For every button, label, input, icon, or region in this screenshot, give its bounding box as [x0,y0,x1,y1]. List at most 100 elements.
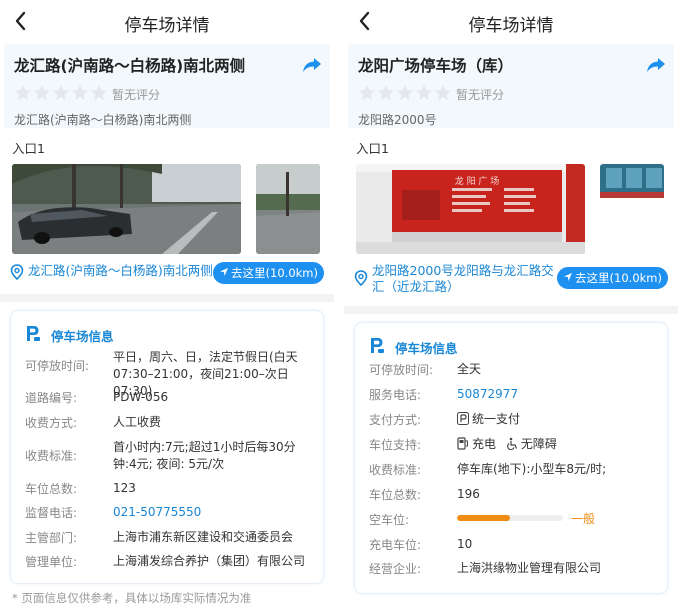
parking-header: 龙汇路(沪南路～白杨路)南北两侧 暂无评分 龙汇路(沪南路～白杨路)南北两侧 [4,44,330,128]
parking-info-card: 停车场信息 可停放时间: 全天 服务电话: 50872977 支付方式: 统一支… [354,322,668,594]
parking-icon [371,338,384,353]
navigate-button[interactable]: 去这里(10.0km) [557,267,668,289]
nav-bar: 停车场详情 [344,0,678,42]
star-icon [377,84,395,101]
info-label: 空车位: [369,513,410,527]
location-row: 龙阳路2000号龙阳路与龙汇路交汇（近龙汇路） 去这里(10.0km) [354,262,668,296]
info-label: 监督电话: [25,506,78,520]
nav-bar: 停车场详情 [0,0,334,42]
star-icon [358,84,376,101]
info-row-fee-method: 收费方式: 人工收费 [25,414,313,432]
rating-text: 暂无评分 [456,88,505,102]
page-title: 停车场详情 [124,16,210,36]
entrance-photo-2[interactable] [256,164,320,254]
info-label: 可停放时间: [369,363,434,377]
info-label: 车位总数: [369,488,422,502]
info-row-vacancy: 空车位: 一般 [369,511,657,529]
rating-stars[interactable] [358,84,453,102]
info-row-payment: 支付方式: 统一支付 [369,411,657,429]
service-phone-link[interactable]: 50872977 [457,386,657,403]
info-row-hours: 可停放时间: 平日，周六、日，法定节假日(白天07:30–21:00，夜间21:… [25,349,313,398]
disclaimer-note: * 页面信息仅供参考，具体以场库实际情况为准 [12,591,252,605]
support-accessible: 无障碍 [520,437,557,451]
info-value: 统一支付 [457,411,657,428]
star-icon [52,84,70,101]
navigate-button-label: 去这里(10.0km) [231,266,318,280]
info-value: PDW-056 [113,390,169,404]
info-row-department: 主管部门: 上海市浦东新区建设和交通委员会 [25,529,313,547]
parking-info-card: 停车场信息 可停放时间: 平日，周六、日，法定节假日(白天07:30–21:00… [10,310,324,584]
navigate-arrow-icon [564,273,573,281]
info-value: 停车库(地下):小型车8元/时; [457,462,607,476]
info-label: 车位总数: [25,482,78,496]
card-title: 停车场信息 [51,329,114,344]
page-title: 停车场详情 [468,16,554,36]
info-label: 道路编号: [25,391,78,405]
location-text: 龙汇路(沪南路～白杨路)南北两侧 [28,263,213,278]
navigate-button[interactable]: 去这里(10.0km) [213,262,324,284]
info-label: 可停放时间: [25,359,90,373]
parking-header: 龙阳广场停车场（库） 暂无评分 龙阳路2000号 [348,44,674,128]
vacancy-bar-fill [457,515,510,521]
info-value: 上海市浦东新区建设和交通委员会 [113,530,294,544]
info-row-support: 车位支持: 充电 无障碍 [369,436,657,454]
entrance-photo[interactable] [12,164,241,254]
info-row-management: 管理单位: 上海浦发综合养护（集团）有限公司 [25,553,313,571]
charging-icon [457,437,468,450]
info-label: 收费标准: [369,463,422,477]
info-label: 车位支持: [369,438,422,452]
info-value: 196 [457,487,480,501]
share-icon[interactable] [646,56,666,74]
navigate-button-label: 去这里(10.0km) [575,271,662,285]
info-value: 上海洪缘物业管理有限公司 [457,561,602,575]
info-value: 10 [457,537,473,551]
info-row-total-spaces: 车位总数: 196 [369,486,657,504]
card-title: 停车场信息 [395,341,458,356]
info-value: 人工收费 [113,415,162,429]
info-label: 主管部门: [25,531,78,545]
entrance-label: 入口1 [12,141,45,156]
info-value: 上海浦发综合养护（集团）有限公司 [113,554,306,568]
star-icon [396,84,414,101]
info-row-road-code: 道路编号: PDW-056 [25,389,313,407]
location-row: 龙汇路(沪南路～白杨路)南北两侧 去这里(10.0km) [10,262,324,296]
info-row-charging-spaces: 充电车位: 10 [369,536,657,554]
parking-address: 龙汇路(沪南路～白杨路)南北两侧 [14,113,192,127]
rating-stars[interactable] [14,84,109,102]
info-value: 123 [113,481,136,495]
info-row-operator: 经营企业: 上海洪缘物业管理有限公司 [369,560,657,578]
star-icon [434,84,452,101]
rating-text: 暂无评分 [112,88,161,102]
star-icon [90,84,108,101]
star-icon [14,84,32,101]
entrance-photo-2[interactable] [600,164,664,254]
location-text: 龙阳路2000号龙阳路与龙汇路交汇（近龙汇路） [372,263,554,294]
right-detail-page: 停车场详情 龙阳广场停车场（库） 暂无评分 龙阳路2000号 入口1 龙 阳 广… [344,0,678,610]
payment-icon [457,412,469,425]
info-row-hours: 可停放时间: 全天 [369,361,657,379]
info-label: 管理单位: [25,555,78,569]
info-row-total-spaces: 车位总数: 123 [25,480,313,498]
info-label: 服务电话: [369,388,422,402]
vacancy-bar [457,515,563,521]
info-label: 支付方式: [369,413,422,427]
supervision-phone-link[interactable]: 021-50775550 [113,504,313,521]
accessible-icon [506,437,517,450]
entrance-photo[interactable]: 龙 阳 广 场 [356,164,585,254]
info-label: 收费标准: [25,449,78,463]
vacancy-label: 一般 [571,512,596,526]
share-icon[interactable] [302,56,322,74]
section-divider [344,306,678,314]
star-icon [33,84,51,101]
info-label: 充电车位: [369,538,422,552]
parking-name: 龙阳广场停车场（库） [358,57,514,75]
info-row-fee-standard: 收费标准: 停车库(地下):小型车8元/时; [369,461,657,479]
info-value: 全天 [457,362,482,376]
navigate-arrow-icon [220,268,229,276]
section-divider [0,294,334,302]
support-charging: 充电 [472,437,497,451]
left-detail-page: 停车场详情 龙汇路(沪南路～白杨路)南北两侧 暂无评分 龙汇路(沪南路～白杨路)… [0,0,334,610]
info-row-service-phone: 服务电话: 50872977 [369,386,657,404]
info-label: 收费方式: [25,416,78,430]
location-pin-icon [10,264,24,280]
